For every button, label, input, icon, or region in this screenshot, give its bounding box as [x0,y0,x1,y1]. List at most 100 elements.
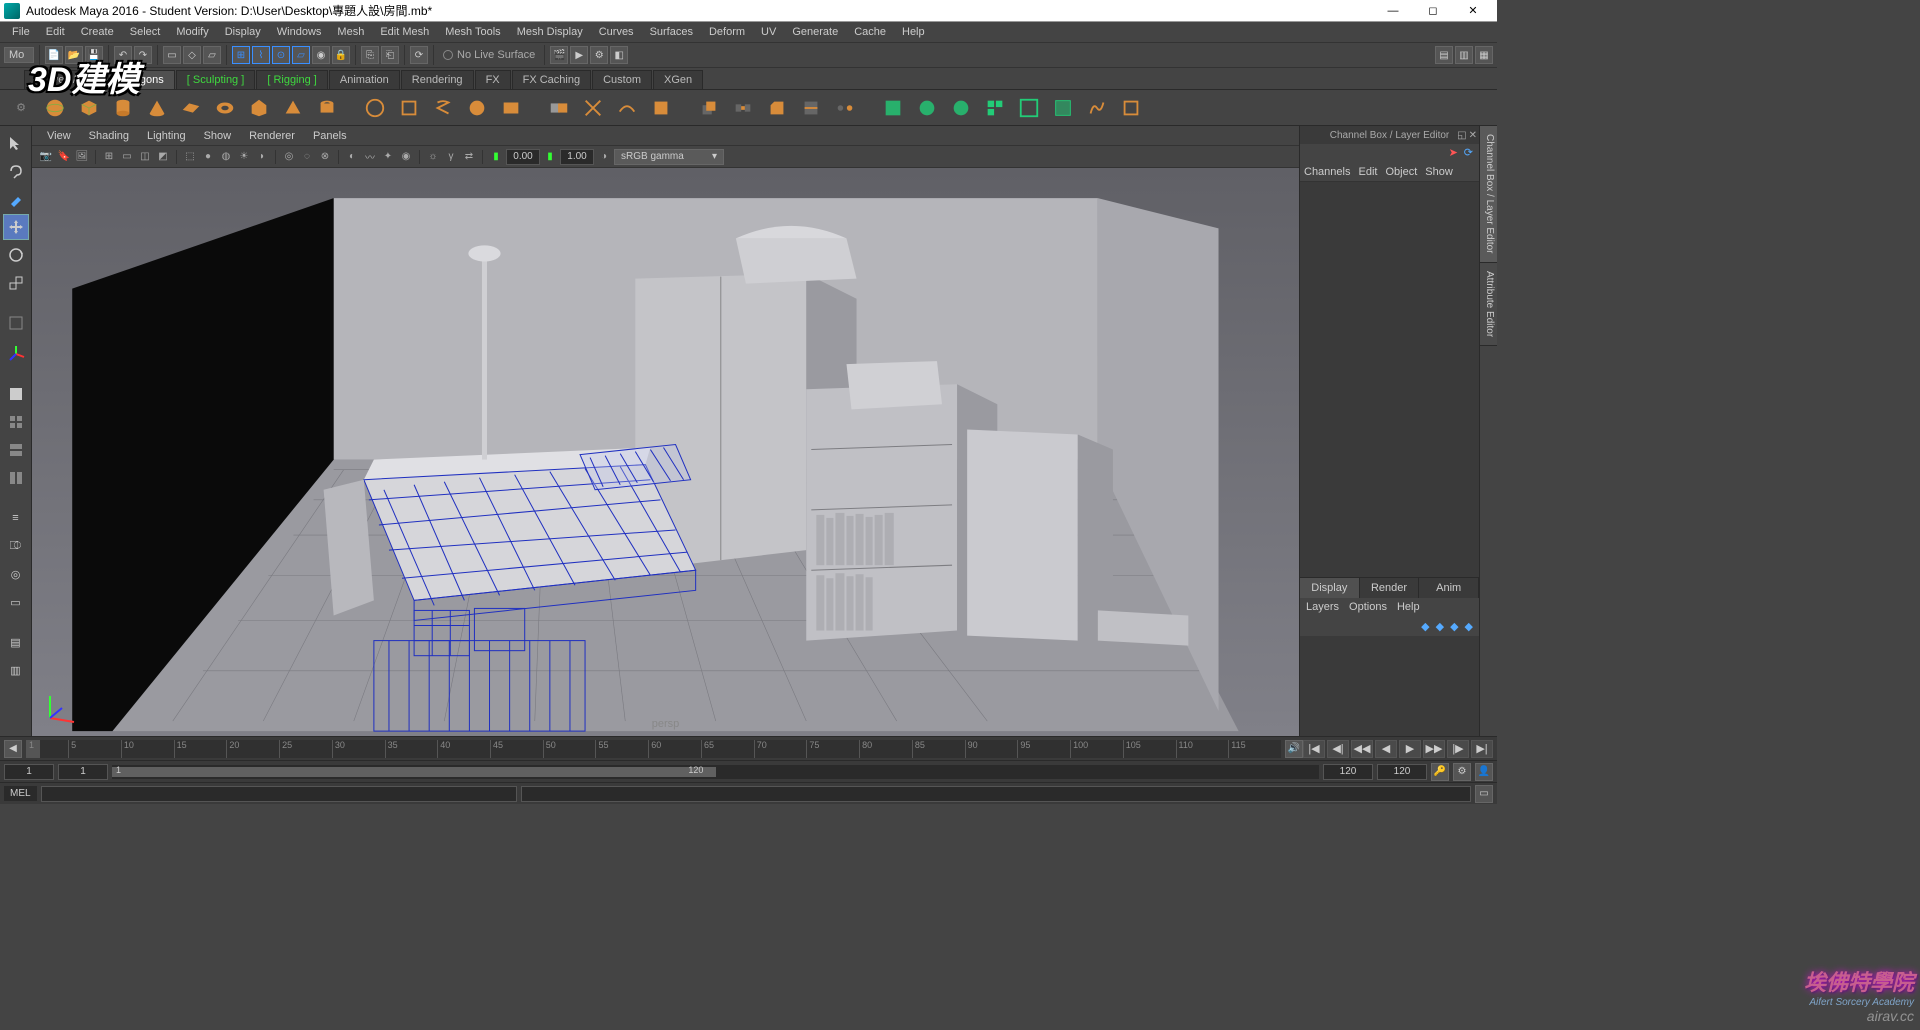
range-start-field[interactable] [4,764,54,780]
snap-grid-icon[interactable]: ⊞ [232,46,250,64]
close-button[interactable]: ✕ [1453,0,1493,22]
snap-point-icon[interactable]: ⊙ [272,46,290,64]
poly-prism-icon[interactable] [244,93,274,123]
shelf-tab-sculpting[interactable]: [ Sculpting ] [176,70,256,89]
panel-lighting[interactable]: Lighting [140,128,193,144]
smooth-icon[interactable] [612,93,642,123]
go-end-icon[interactable]: ▶| [1471,740,1493,758]
view-transform-icon[interactable]: ⇄ [461,149,477,165]
snap-plane-icon[interactable]: ▱ [292,46,310,64]
shelf-tab-animation[interactable]: Animation [329,70,400,89]
range-playstart-field[interactable] [58,764,108,780]
menu-curves[interactable]: Curves [591,24,642,40]
layer-tab-render[interactable]: Render [1360,578,1420,598]
toggle-panel2-icon[interactable]: ▥ [1455,46,1473,64]
select-hierarchy-icon[interactable]: ▭ [163,46,181,64]
quad-draw-icon[interactable] [1116,93,1146,123]
snap-live-icon[interactable]: ◉ [312,46,330,64]
move-tool[interactable] [3,214,29,240]
render-icon[interactable]: 🎬 [550,46,568,64]
shadows-icon[interactable]: ◗ [254,149,270,165]
layer-move-up-icon[interactable]: ◆ [1421,620,1429,633]
extrude-icon[interactable] [694,93,724,123]
history-in-icon[interactable]: ⎘ [361,46,379,64]
uv-cylindrical-icon[interactable] [912,93,942,123]
uv-editor-icon[interactable] [1048,93,1078,123]
wireframe-icon[interactable]: ⬚ [182,149,198,165]
film-gate-icon[interactable]: ▭ [119,149,135,165]
time-slider[interactable]: ◀ 15101520253035404550556065707580859095… [0,736,1497,760]
char-set-icon[interactable]: 👤 [1475,763,1493,781]
select-component-icon[interactable]: ▱ [203,46,221,64]
image-plane-icon[interactable]: 🖼 [74,149,90,165]
multicut-icon[interactable] [796,93,826,123]
sculpt-tool-icon[interactable] [1082,93,1112,123]
menu-windows[interactable]: Windows [269,24,330,40]
menu-help[interactable]: Help [894,24,933,40]
menu-select[interactable]: Select [122,24,169,40]
uv-contour-icon[interactable] [1014,93,1044,123]
target-weld-icon[interactable] [830,93,860,123]
go-start-icon[interactable]: |◀ [1303,740,1325,758]
lasso-tool[interactable] [3,158,29,184]
menu-deform[interactable]: Deform [701,24,753,40]
prev-key-icon[interactable]: ◀◀ [1351,740,1373,758]
cb-close-icon[interactable]: ✕ [1469,130,1477,141]
shelf-tab-fxcaching[interactable]: FX Caching [512,70,591,89]
cb-show[interactable]: Show [1425,166,1453,178]
layout-a-icon[interactable]: ▤ [3,629,29,655]
textured-icon[interactable]: ◍ [218,149,234,165]
booleans-icon[interactable] [646,93,676,123]
prefs-icon[interactable]: ⚙ [1453,763,1471,781]
camera-select-icon[interactable]: 📷 [38,149,54,165]
render-view2-icon[interactable]: ▭ [3,589,29,615]
cb-channels[interactable]: Channels [1304,166,1350,178]
side-tab-attribute[interactable]: Attribute Editor [1480,263,1497,346]
poly-type-icon[interactable] [360,93,390,123]
construction-history-icon[interactable]: ⟳ [410,46,428,64]
select-object-icon[interactable]: ◇ [183,46,201,64]
colorspace-dropdown[interactable]: sRGB gamma▾ [614,149,724,165]
poly-platonic-icon[interactable] [394,93,424,123]
history-out-icon[interactable]: ⎗ [381,46,399,64]
menu-display[interactable]: Display [217,24,269,40]
cb-object[interactable]: Object [1385,166,1417,178]
command-input[interactable] [41,786,517,802]
menu-editmesh[interactable]: Edit Mesh [372,24,437,40]
cmd-language-label[interactable]: MEL [4,786,37,801]
lights-icon[interactable]: ☀ [236,149,252,165]
shelf-tab-rendering[interactable]: Rendering [401,70,474,89]
layout-b-icon[interactable]: ▥ [3,657,29,683]
ipr-icon[interactable]: ▶ [570,46,588,64]
timeslider-left-icon[interactable]: ◀ [4,740,22,758]
separate-icon[interactable] [578,93,608,123]
menu-generate[interactable]: Generate [784,24,846,40]
cb-arrow-icon[interactable]: ➤ [1449,146,1458,160]
panel-panels[interactable]: Panels [306,128,354,144]
menu-surfaces[interactable]: Surfaces [642,24,701,40]
xray-joints-icon[interactable]: ⊗ [317,149,333,165]
poly-cone-icon[interactable] [142,93,172,123]
menu-file[interactable]: File [4,24,38,40]
ao-icon[interactable]: ◐ [344,149,360,165]
play-back-icon[interactable]: ◀ [1375,740,1397,758]
near-clip-field[interactable]: 0.00 [506,149,540,165]
layer-new-icon[interactable]: ◆ [1465,620,1473,633]
menu-create[interactable]: Create [73,24,122,40]
far-clip-field[interactable]: 1.00 [560,149,594,165]
uv-spherical-icon[interactable] [946,93,976,123]
step-back-icon[interactable]: ◀| [1327,740,1349,758]
two-pane-v-icon[interactable] [3,465,29,491]
poly-svg-icon[interactable] [496,93,526,123]
live-surface-indicator[interactable]: No Live Surface [443,49,535,61]
resolution-gate-icon[interactable]: ◫ [137,149,153,165]
cb-edit[interactable]: Edit [1358,166,1377,178]
single-pane-icon[interactable] [3,381,29,407]
poly-helix-icon[interactable] [428,93,458,123]
cb-undock-icon[interactable]: ◱ [1457,130,1466,141]
menu-uv[interactable]: UV [753,24,784,40]
autokey-icon[interactable]: 🔑 [1431,763,1449,781]
gate-mask-icon[interactable]: ◩ [155,149,171,165]
menu-mesh[interactable]: Mesh [329,24,372,40]
panel-shading[interactable]: Shading [82,128,136,144]
